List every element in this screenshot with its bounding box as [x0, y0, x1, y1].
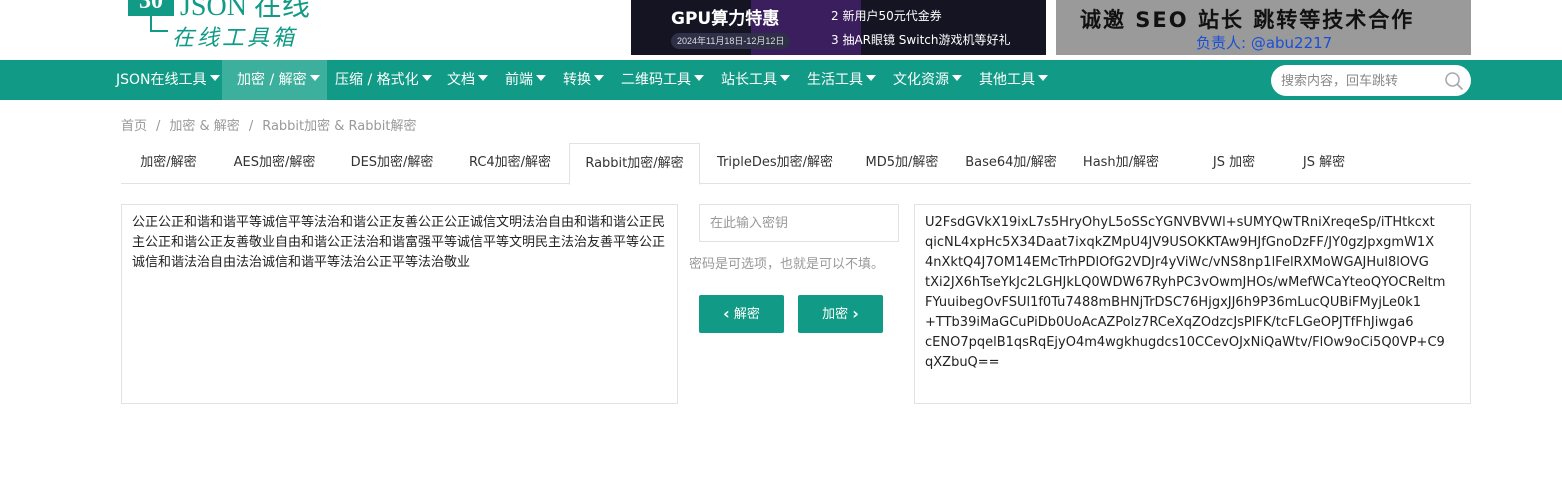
nav-item-culture[interactable]: 文化资源	[893, 60, 962, 100]
ad-contact: 负责人: @abu2217	[1196, 34, 1333, 52]
breadcrumb: 首页 / 加密 & 解密 / Rabbit加密 & Rabbit解密	[121, 115, 416, 134]
tab-tripledes[interactable]: TripleDes加密/解密	[700, 143, 850, 184]
ad-line-2: 3 抽AR眼镜 Switch游戏机等好礼	[831, 33, 1011, 47]
tab-md5[interactable]: MD5加/解密	[850, 143, 954, 184]
ciphertext-textarea[interactable]: U2FsdGVkX19ixL7s5HryOhyL5oSScYGNVBVWl+sU…	[914, 204, 1471, 404]
tab-aes[interactable]: AES加密/解密	[216, 143, 333, 184]
nav-item-webmaster[interactable]: 站长工具	[721, 60, 790, 100]
caret-down-icon	[594, 75, 604, 81]
chevron-left-icon: ‹	[723, 304, 730, 323]
output-line: 4nXktQ4J7OM14EMcTrhPDlOfG2VDJr4yViWc/vNS…	[925, 255, 1429, 270]
caret-down-icon	[866, 75, 876, 81]
output-line: U2FsdGVkX19ixL7s5HryOhyL5oSScYGNVBVWl+sU…	[925, 215, 1435, 230]
site-header: 30 JSON 在线 在线工具箱 GPU算力特惠 2024年11月18日-12月…	[0, 0, 1562, 60]
encrypt-button[interactable]: 加密 ›	[798, 295, 883, 333]
output-line: tXi2JX6hTseYkJc2LGHJkLQ0WDW67RyhPC3vOwmJ…	[925, 275, 1446, 290]
tab-encrypt-decrypt[interactable]: 加密/解密	[121, 143, 216, 184]
caret-down-icon	[209, 75, 220, 81]
output-line: cENO7pqelB1qsRqEjyO4m4wgkhugdcs10CCevOJx…	[925, 335, 1445, 350]
tab-hash[interactable]: Hash加/解密	[1068, 143, 1174, 184]
ad-line-1: 2 新用户50元代金券	[831, 9, 942, 23]
search-icon[interactable]	[1444, 71, 1464, 91]
search-box	[1271, 65, 1471, 96]
output-line: qicNL4xpHc5X34Daat7ixqkZMpU4JV9USOKKTAw9…	[925, 235, 1435, 250]
ad-date: 2024年11月18日-12月12日	[671, 33, 791, 49]
decrypt-button[interactable]: ‹ 解密	[699, 295, 784, 333]
caret-down-icon	[780, 75, 790, 81]
breadcrumb-home[interactable]: 首页	[121, 119, 147, 134]
tab-rc4[interactable]: RC4加密/解密	[451, 143, 569, 184]
nav-item-compress[interactable]: 压缩 / 格式化	[335, 60, 432, 100]
logo-subtitle: 在线工具箱	[172, 25, 298, 50]
chevron-right-icon: ›	[852, 304, 859, 323]
nav-item-other[interactable]: 其他工具	[979, 60, 1048, 100]
caret-down-icon	[536, 75, 546, 81]
caret-down-icon	[1038, 75, 1048, 81]
plaintext-textarea[interactable]: 公正公正和谐和谐平等诚信平等法治和谐公正友善公正公正诚信文明法治自由和谐和谐公正…	[121, 204, 678, 404]
tab-rabbit[interactable]: Rabbit加密/解密	[569, 143, 700, 185]
caret-down-icon	[309, 75, 320, 81]
caret-down-icon	[478, 75, 488, 81]
nav-item-docs[interactable]: 文档	[447, 60, 488, 100]
breadcrumb-separator: /	[248, 119, 254, 134]
breadcrumb-current: Rabbit加密 & Rabbit解密	[262, 119, 417, 134]
output-line: FYuuibegOvFSUl1f0Tu7488mBHNjTrDSC76HjgxJ…	[925, 295, 1422, 310]
ad-title: GPU算力特惠	[671, 9, 780, 29]
breadcrumb-separator: /	[156, 119, 161, 134]
caret-down-icon	[421, 75, 432, 81]
seo-ad-banner[interactable]: 诚邀 SEO 站长 跳转等技术合作 负责人: @abu2217	[1056, 0, 1471, 55]
key-input[interactable]	[699, 204, 899, 242]
tab-des[interactable]: DES加密/解密	[333, 143, 451, 184]
nav-item-encrypt[interactable]: 加密 / 解密	[222, 60, 327, 100]
ad-main-text: 诚邀 SEO 站长 跳转等技术合作	[1080, 8, 1415, 32]
caret-down-icon	[952, 75, 962, 81]
tab-base64[interactable]: Base64加/解密	[954, 143, 1068, 184]
breadcrumb-category[interactable]: 加密 & 解密	[169, 119, 239, 134]
nav-item-frontend[interactable]: 前端	[505, 60, 546, 100]
output-line: qXZbuQ==	[925, 355, 1000, 370]
gpu-ad-banner[interactable]: GPU算力特惠 2024年11月18日-12月12日 2 新用户50元代金券 3…	[631, 0, 1046, 55]
search-input[interactable]	[1281, 71, 1431, 91]
output-line: +TTb39iMaGCuPiDb0UoAcAZPolz7RCeXqZOdzcJs…	[925, 315, 1414, 330]
site-logo[interactable]: 30 JSON 在线 在线工具箱	[128, 0, 338, 56]
nav-item-json-tools[interactable]: JSON在线工具	[116, 60, 220, 100]
key-hint: 密码是可选项，也就是可以不填。	[689, 257, 885, 272]
tool-tabs: 加密/解密 AES加密/解密 DES加密/解密 RC4加密/解密 Rabbit加…	[121, 143, 1471, 185]
caret-down-icon	[694, 75, 704, 81]
nav-item-life[interactable]: 生活工具	[807, 60, 876, 100]
nav-item-qrcode[interactable]: 二维码工具	[621, 60, 704, 100]
nav-item-convert[interactable]: 转换	[563, 60, 604, 100]
tab-js-decrypt[interactable]: JS 解密	[1284, 143, 1364, 184]
tab-js-encrypt[interactable]: JS 加密	[1174, 143, 1294, 184]
